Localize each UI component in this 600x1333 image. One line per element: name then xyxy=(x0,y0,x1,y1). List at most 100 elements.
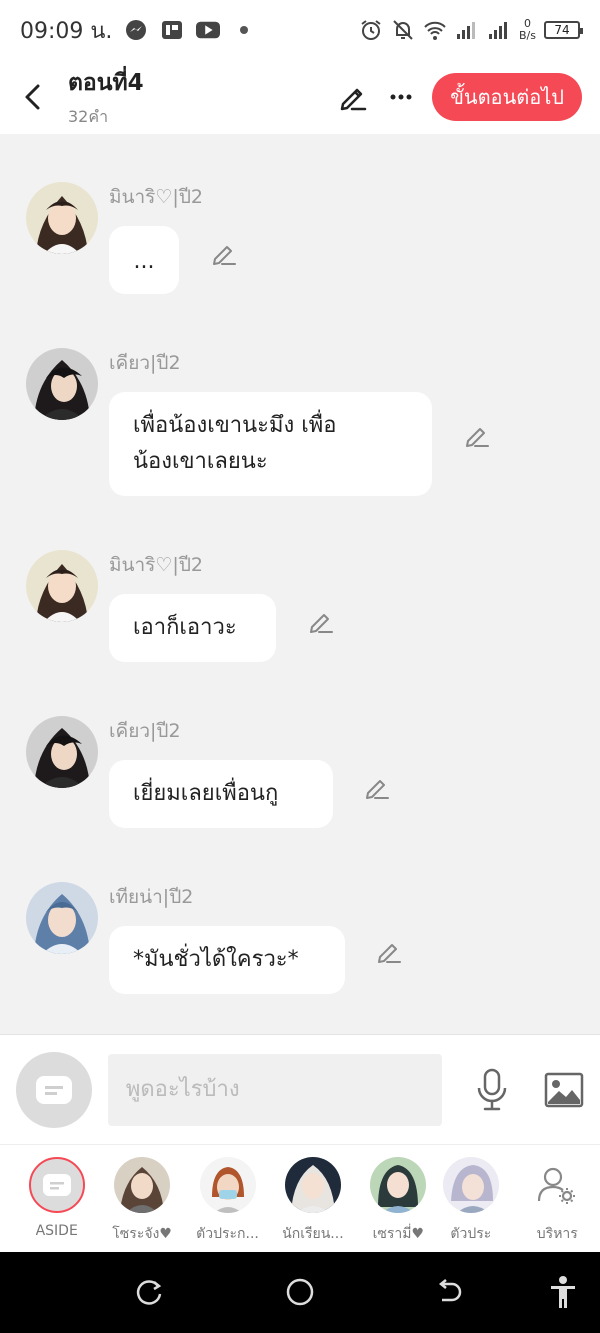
pencil-icon xyxy=(466,428,489,447)
net-speed: 0 B/s xyxy=(519,18,536,42)
accessibility-button[interactable] xyxy=(546,1274,580,1310)
character-name: บริหาร xyxy=(536,1226,578,1242)
sender-name: เทียน่า|ปี2 xyxy=(109,886,194,908)
signal-1-icon xyxy=(455,18,479,42)
message-text-line: เพื่อน้องเขานะมึง เพื่อ xyxy=(133,413,337,438)
avatar xyxy=(114,1157,171,1213)
edit-message-button[interactable] xyxy=(463,422,491,450)
edit-message-button[interactable] xyxy=(363,774,391,802)
avatar xyxy=(370,1157,427,1213)
sender-name: เคียว|ปี2 xyxy=(109,720,181,742)
message-input[interactable] xyxy=(107,1053,443,1126)
page-title: ตอนที่4 xyxy=(68,69,144,96)
back-arrow-icon xyxy=(438,1279,462,1302)
pencil-icon xyxy=(310,614,333,633)
mute-icon xyxy=(391,18,415,42)
recents-icon xyxy=(136,1280,162,1305)
avatar[interactable] xyxy=(26,348,98,420)
manage-characters-button[interactable]: บริหาร xyxy=(515,1145,600,1252)
avatar xyxy=(442,1157,499,1213)
image-upload-button[interactable] xyxy=(544,1072,584,1108)
chat-message: มินาริ♡|ปี2 ... xyxy=(26,182,586,302)
message-bubble[interactable]: เยี่ยมเลยเพื่อนกู xyxy=(109,760,333,828)
pencil-icon xyxy=(340,88,367,111)
chat-message: เคียว|ปี2 เพื่อน้องเขานะมึง เพื่อ น้องเข… xyxy=(26,348,586,498)
character-selector: ASIDE โซระจัง♥ ตัวประก... นักเรียน... เซ… xyxy=(0,1144,600,1252)
episode-header: ตอนที่4 32คำ ขั้นตอนต่อไป xyxy=(0,60,600,134)
pencil-icon xyxy=(378,944,401,963)
home-circle-icon xyxy=(286,1278,314,1306)
edit-message-button[interactable] xyxy=(375,938,403,966)
title-block: ตอนที่4 32คำ xyxy=(68,65,144,130)
message-bubble[interactable]: เอาก็เอาวะ xyxy=(109,594,276,662)
signal-2-icon xyxy=(487,18,511,42)
character-item[interactable]: เซรามี่♥ xyxy=(356,1145,441,1252)
character-name: นักเรียน... xyxy=(282,1226,344,1242)
avatar[interactable] xyxy=(26,716,98,788)
back-nav-button[interactable] xyxy=(434,1276,466,1308)
more-dots-icon xyxy=(390,94,412,100)
character-item[interactable]: นักเรียน... xyxy=(270,1145,355,1252)
chevron-left-icon xyxy=(25,84,40,110)
voice-input-button[interactable] xyxy=(474,1068,510,1112)
message-text: *มันชั่วได้ใครวะ* xyxy=(133,947,299,972)
message-bubble[interactable]: เพื่อน้องเขานะมึง เพื่อ น้องเขาเลยนะ xyxy=(109,392,432,496)
avatar[interactable] xyxy=(26,882,98,954)
net-speed-unit: B/s xyxy=(519,29,536,42)
character-name: เซรามี่♥ xyxy=(372,1226,425,1242)
chat-area[interactable]: มินาริ♡|ปี2 ... เคียว|ปี2 เพื่อน้องเขานะ… xyxy=(0,134,600,1034)
avatar[interactable] xyxy=(26,550,98,622)
avatar[interactable] xyxy=(26,182,98,254)
image-icon xyxy=(544,1072,584,1107)
message-text: เยี่ยมเลยเพื่อนกู xyxy=(133,781,279,806)
alarm-icon xyxy=(359,18,383,42)
more-options-button[interactable] xyxy=(384,80,418,114)
sender-name: มินาริ♡|ปี2 xyxy=(109,186,203,208)
recent-apps-button[interactable] xyxy=(134,1276,166,1308)
word-count: 32คำ xyxy=(68,106,109,126)
avatar xyxy=(28,1157,85,1213)
chat-bubble-icon xyxy=(42,1174,71,1196)
character-aside[interactable]: ASIDE xyxy=(14,1145,99,1252)
character-name: ตัวประ xyxy=(450,1226,492,1242)
edit-message-button[interactable] xyxy=(210,240,238,268)
home-button[interactable] xyxy=(284,1276,316,1308)
edit-message-button[interactable] xyxy=(307,608,335,636)
character-item[interactable]: โซระจัง♥ xyxy=(99,1145,184,1252)
battery-level: 74 xyxy=(554,23,570,37)
microphone-icon xyxy=(477,1068,507,1110)
chat-bubble-icon xyxy=(35,1075,72,1104)
character-item[interactable]: ตัวประก... xyxy=(185,1145,270,1252)
sender-name: เคียว|ปี2 xyxy=(109,352,181,374)
messenger-icon xyxy=(124,18,148,42)
chat-message: เทียน่า|ปี2 *มันชั่วได้ใครวะ* xyxy=(26,882,586,1002)
edit-title-button[interactable] xyxy=(336,80,370,114)
chat-message: มินาริ♡|ปี2 เอาก็เอาวะ xyxy=(26,550,586,670)
status-time: 09:09 น. xyxy=(20,18,113,44)
message-bubble[interactable]: ... xyxy=(109,226,179,294)
wifi-icon xyxy=(423,18,447,42)
back-button[interactable] xyxy=(18,82,48,112)
character-name: โซระจัง♥ xyxy=(112,1226,172,1242)
youtube-icon xyxy=(196,18,221,42)
pencil-icon xyxy=(213,246,236,265)
message-text: เอาก็เอาวะ xyxy=(133,615,237,640)
battery-icon: 74 xyxy=(544,21,583,39)
sender-name: มินาริ♡|ปี2 xyxy=(109,554,203,576)
aside-toggle-button[interactable] xyxy=(16,1051,92,1128)
system-nav-bar xyxy=(0,1252,600,1333)
app-notification-icon xyxy=(160,18,184,42)
manage-characters-icon xyxy=(529,1157,585,1213)
message-text: ... xyxy=(133,249,155,274)
status-bar: 09:09 น. 0 B/s 74 xyxy=(0,0,600,60)
pencil-icon xyxy=(366,780,389,799)
accessibility-icon xyxy=(551,1276,575,1308)
avatar xyxy=(199,1157,256,1213)
next-step-button[interactable]: ขั้นตอนต่อไป xyxy=(432,73,582,121)
message-input-bar xyxy=(0,1034,600,1144)
character-item[interactable]: ตัวประ xyxy=(441,1145,501,1252)
message-bubble[interactable]: *มันชั่วได้ใครวะ* xyxy=(109,926,345,994)
chat-message: เคียว|ปี2 เยี่ยมเลยเพื่อนกู xyxy=(26,716,586,836)
avatar xyxy=(284,1157,341,1213)
more-notifications-dot-icon xyxy=(232,18,256,42)
